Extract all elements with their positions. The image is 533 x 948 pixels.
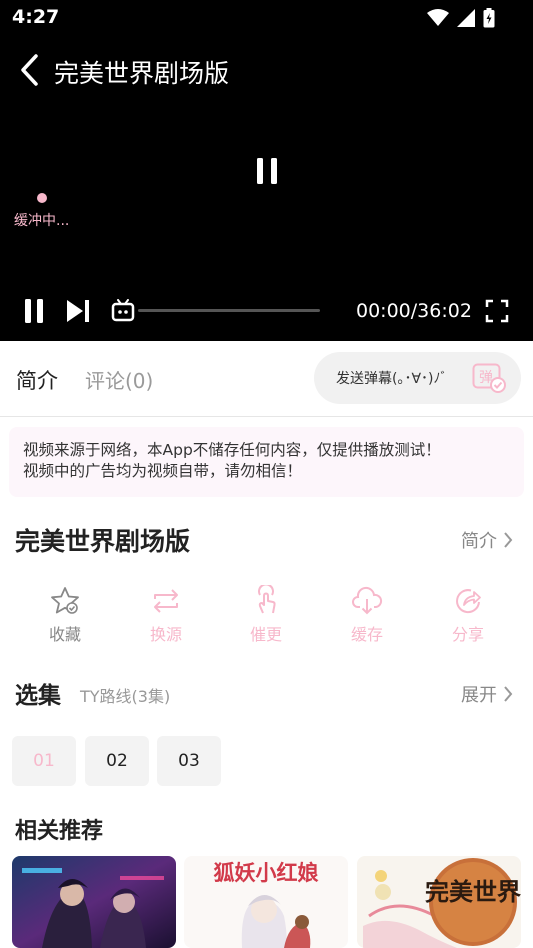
share-icon [456,589,481,614]
episode-button[interactable]: 02 [85,736,149,786]
tap-icon [258,585,276,614]
video-player[interactable]: 4:27 完美世界剧场版 缓冲中... 00:00/36:02 [0,0,533,341]
poster-thumbnail [12,856,176,948]
episode-button[interactable]: 01 [12,736,76,786]
player-controls: 00:00/36:02 [0,292,533,332]
chevron-right-icon [504,686,513,702]
episode-button[interactable]: 03 [157,736,221,786]
player-title-bar: 完美世界剧场版 [0,50,533,90]
request-update-button[interactable]: 催更 [226,585,306,645]
fullscreen-icon[interactable] [485,299,509,323]
favorite-label: 收藏 [48,625,81,644]
intro-link[interactable]: 简介 [461,527,513,553]
danmaku-placeholder: 发送弹幕(｡･∀･)ﾉﾞ [336,371,448,387]
poster-thumbnail: 狐妖小红娘 [184,856,348,948]
progress-bar[interactable] [138,309,320,312]
recommendation-card[interactable]: 完美世界 [357,856,521,948]
expand-label: 展开 [461,685,497,706]
share-button[interactable]: 分享 [428,585,508,645]
detail-tabs: 简介 评论(0) 发送弹幕(｡･∀･)ﾉﾞ 弹 [0,341,533,417]
back-arrow-icon[interactable] [16,52,46,88]
video-title: 完美世界剧场版 [54,59,230,88]
download-cloud-icon [352,586,383,615]
swap-icon [154,589,178,613]
status-bar: 4:27 [0,0,533,36]
episodes-heading: 选集 [15,683,61,709]
recommendation-card[interactable] [12,856,176,948]
tab-intro[interactable]: 简介 [16,365,58,395]
status-time: 4:27 [12,6,60,28]
send-danmaku-input[interactable]: 发送弹幕(｡･∀･)ﾉﾞ 弹 [314,352,521,404]
center-pause-icon[interactable] [254,156,280,186]
switch-source-button[interactable]: 换源 [126,585,206,645]
disclaimer-notice: 视频来源于网络，本App不储存任何内容，仅提供播放测试！ 视频中的广告均为视频自… [9,427,524,497]
notice-line-1: 视频来源于网络，本App不储存任何内容，仅提供播放测试！ [23,441,441,459]
danmaku-toggle-icon[interactable] [111,299,135,323]
share-label: 分享 [451,625,484,644]
pause-icon[interactable] [22,298,46,324]
show-title: 完美世界剧场版 [15,527,191,556]
wifi-icon [427,9,449,26]
poster-title-art: 狐妖小红娘 [214,860,319,885]
recommendation-card[interactable]: 狐妖小红娘 [184,856,348,948]
poster-thumbnail: 完美世界 [357,856,521,948]
tab-comments[interactable]: 评论(0) [85,365,153,394]
time-readout: 00:00/36:02 [356,300,472,322]
favorite-button[interactable]: 收藏 [25,585,105,645]
status-icons [427,8,495,28]
recommendations-heading: 相关推荐 [15,819,104,844]
star-icon [51,587,79,614]
buffering-text: 缓冲中... [14,213,70,229]
action-bar: 收藏 换源 催更 缓存 分享 [0,585,533,651]
notice-line-2: 视频中的广告均为视频自带，请勿相信！ [23,462,303,480]
expand-episodes-link[interactable]: 展开 [461,681,513,707]
chevron-right-icon [504,532,513,548]
danmaku-send-icon[interactable]: 弹 [472,363,506,393]
cache-button[interactable]: 缓存 [327,585,407,645]
episodes-route: TY路线(3集) [80,687,171,706]
cache-label: 缓存 [350,625,383,644]
buffering-indicator [37,193,47,203]
next-episode-icon[interactable] [65,299,91,323]
signal-icon [457,9,475,27]
request-update-label: 催更 [249,625,282,644]
battery-icon [483,8,495,28]
poster-title-art: 完美世界 [425,877,521,906]
switch-source-label: 换源 [149,625,182,644]
intro-link-label: 简介 [461,531,497,552]
